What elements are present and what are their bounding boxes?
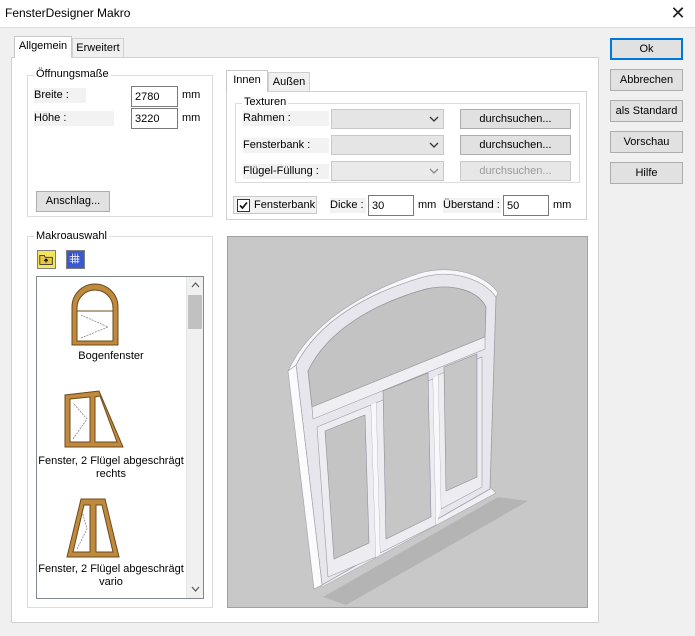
macro-item-label: Fenster, 2 Flügel abgeschrägt rechts	[38, 455, 184, 480]
help-button[interactable]: Hilfe	[610, 162, 683, 184]
checkmark-icon	[239, 201, 248, 210]
grid-glyph	[69, 253, 80, 264]
depth-field[interactable]	[368, 195, 414, 216]
two-sash-slanted-vario-icon	[66, 498, 120, 558]
macro-item-label: Bogenfenster	[78, 350, 144, 362]
fensterbank-check-label: Fensterbank	[254, 199, 316, 211]
window-title: FensterDesigner Makro	[5, 6, 131, 20]
width-label: Breite :	[34, 88, 86, 103]
texture-label-rahmen: Rahmen :	[243, 111, 329, 126]
depth-label: Dicke :	[330, 198, 366, 213]
opening-legend: Öffnungsmaße	[34, 68, 111, 80]
width-unit: mm	[182, 89, 201, 101]
texture-label-fluegel: Flügel-Füllung :	[243, 164, 329, 179]
scroll-up-icon[interactable]	[191, 282, 200, 288]
fluegel-browse-button[interactable]: durchsuchen...	[460, 161, 571, 181]
overhang-unit: mm	[553, 199, 572, 211]
height-unit: mm	[182, 112, 201, 124]
folder-up-glyph	[39, 255, 53, 265]
tab-innen[interactable]: Innen	[226, 70, 268, 92]
depth-unit: mm	[418, 199, 437, 211]
cancel-button[interactable]: Abbrechen	[610, 69, 683, 91]
window-3d-preview	[287, 269, 528, 605]
overhang-label: Überstand :	[443, 198, 501, 213]
macro-legend: Makroauswahl	[34, 230, 109, 242]
preview-button[interactable]: Vorschau	[610, 131, 683, 153]
grid-view-icon[interactable]	[66, 250, 85, 269]
anschlag-button[interactable]: Anschlag...	[36, 191, 110, 212]
list-item[interactable]: Bogenfenster	[37, 279, 187, 369]
rahmen-browse-button[interactable]: durchsuchen...	[460, 109, 571, 129]
tab-erweitert[interactable]: Erweitert	[72, 38, 124, 58]
scroll-thumb[interactable]	[188, 295, 202, 329]
tab-aussen[interactable]: Außen	[268, 72, 310, 92]
arched-window-icon	[71, 283, 119, 346]
two-sash-slanted-right-icon	[64, 390, 124, 448]
overhang-field[interactable]	[503, 195, 549, 216]
list-item[interactable]: Fenster, 2 Flügel abgeschrägt rechts	[37, 385, 187, 480]
rahmen-select[interactable]	[331, 109, 444, 129]
macro-list[interactable]: Bogenfenster Fenster, 2 Flügel abgeschrä…	[36, 276, 204, 599]
fensterbank-browse-button[interactable]: durchsuchen...	[460, 135, 571, 155]
texture-label-fensterbank: Fensterbank :	[243, 138, 329, 153]
tab-allgemein[interactable]: Allgemein	[14, 36, 72, 58]
folder-up-icon[interactable]	[37, 250, 56, 269]
macro-item-label: Fenster, 2 Flügel abgeschrägt vario	[38, 563, 184, 588]
close-icon[interactable]: ✕	[666, 2, 690, 24]
chevron-down-icon	[429, 142, 439, 148]
chevron-down-icon	[429, 168, 439, 174]
scroll-down-icon[interactable]	[191, 586, 200, 592]
height-field[interactable]	[131, 108, 178, 129]
list-scrollbar[interactable]	[186, 277, 203, 598]
fluegel-fuellung-select[interactable]	[331, 161, 444, 181]
fensterbank-select[interactable]	[331, 135, 444, 155]
list-item[interactable]: Fenster, 2 Flügel abgeschrägt vario	[37, 493, 187, 593]
fensterbank-checkbox[interactable]	[237, 199, 250, 212]
textures-legend: Texturen	[242, 96, 289, 108]
height-label: Höhe :	[34, 111, 114, 126]
as-default-button[interactable]: als Standard	[610, 100, 683, 122]
width-field[interactable]	[131, 86, 178, 107]
ok-button[interactable]: Ok	[610, 38, 683, 60]
preview-viewport[interactable]	[227, 236, 588, 608]
chevron-down-icon	[429, 116, 439, 122]
